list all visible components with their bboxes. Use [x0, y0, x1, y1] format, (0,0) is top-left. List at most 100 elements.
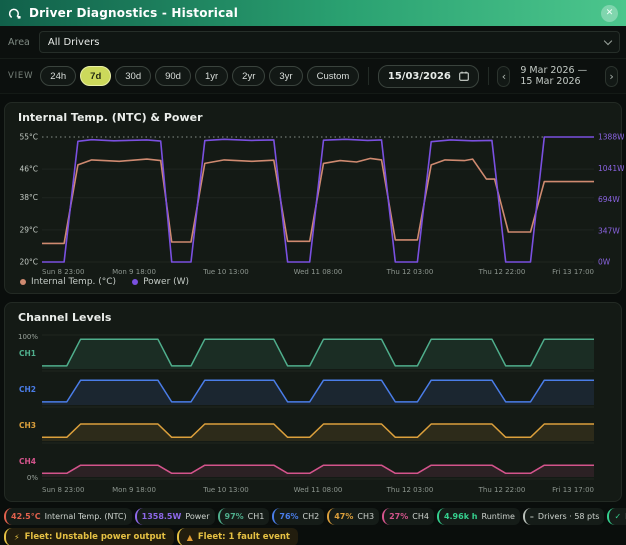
svg-text:Wed 11 08:00: Wed 11 08:00 [294, 268, 343, 276]
status-chip-label: CH1 [248, 512, 265, 521]
status-chip-value: 42.5°C [11, 512, 41, 521]
status-chip-value: 76% [279, 512, 298, 521]
svg-text:Tue 10 13:00: Tue 10 13:00 [202, 268, 249, 276]
alert-chip-fleet-1-fault-event: ▲ Fleet: 1 fault event [177, 528, 298, 545]
status-chip-label: Runtime [482, 512, 515, 521]
chevron-right-icon: › [609, 70, 613, 83]
fleet-alerts-bar: ⚡ Fleet: Unstable power output ▲ Fleet: 1 f… [4, 528, 622, 545]
status-bar: 42.5°CInternal Temp. (NTC)1358.5WPower97… [4, 508, 622, 525]
ch3-area [42, 424, 594, 441]
area-label: Area [6, 37, 30, 48]
toolbar-divider [368, 67, 369, 85]
legend-label: Internal Temp. (°C) [31, 277, 116, 287]
view-range-3yr[interactable]: 3yr [269, 66, 302, 86]
date-value: 15/03/2026 [388, 71, 451, 82]
status-chip-ch1: 97%CH1 [218, 508, 270, 525]
view-range-30d[interactable]: 30d [115, 66, 151, 86]
view-label: VIEW [8, 71, 33, 81]
titlebar: Driver Diagnostics - Historical ✕ [0, 0, 626, 26]
toolbar-divider [488, 67, 489, 85]
svg-text:38°C: 38°C [19, 193, 38, 202]
status-chip-label: Power [185, 512, 209, 521]
view-range-custom[interactable]: Custom [307, 66, 360, 86]
prev-period-button[interactable]: ‹ [497, 66, 510, 87]
bolt-icon: ⚡ [14, 533, 20, 542]
next-period-button[interactable]: › [605, 66, 618, 87]
svg-text:0%: 0% [27, 474, 38, 482]
internal-temp-power-chart: 55°C46°C38°C29°C20°C1388W1041W694W347W0W… [10, 127, 624, 277]
svg-text:1041W: 1041W [598, 164, 624, 173]
status-chip-ch4: 27% CH4 [382, 508, 434, 525]
view-range-7d[interactable]: 7d [80, 66, 111, 86]
channel-levels-chart: 100%0%CH1CH2CH3CH4Sun 8 23:00Mon 9 18:00… [10, 327, 624, 499]
legend-item-internal-temp-c: Internal Temp. (°C) [20, 277, 116, 287]
svg-text:347W: 347W [598, 226, 620, 235]
area-select[interactable]: All Drivers [39, 31, 620, 53]
status-chip-runtime: 4.96k h Runtime [437, 508, 520, 525]
calendar-icon [459, 71, 469, 81]
svg-text:Thu 12 03:00: Thu 12 03:00 [386, 486, 434, 494]
area-select-value: All Drivers [48, 37, 100, 48]
warning-icon: ▲ [187, 533, 193, 542]
status-chip-no-faults: ✓No Faults [607, 508, 626, 525]
svg-text:20°C: 20°C [19, 258, 38, 267]
status-chip-value: 27% [389, 512, 408, 521]
temp-power-chart-title: Internal Temp. (NTC) & Power [18, 111, 616, 124]
view-toolbar: VIEW 24h7d30d90d1yr2yr3yrCustom 15/03/20… [0, 59, 626, 94]
status-chip-power: 1358.5WPower [135, 508, 215, 525]
alert-text: Fleet: 1 fault event [198, 532, 290, 542]
svg-text:CH4: CH4 [19, 457, 36, 466]
status-chip-value: 47% [334, 512, 353, 521]
svg-text:46°C: 46°C [19, 165, 38, 174]
driver-diagnostics-window: Driver Diagnostics - Historical ✕ Area A… [0, 0, 626, 545]
chevron-left-icon: ‹ [502, 70, 506, 83]
chevron-down-icon [604, 36, 612, 44]
page-title: Driver Diagnostics - Historical [29, 6, 238, 20]
channel-levels-panel: Channel Levels 100%0%CH1CH2CH3CH4Sun 8 2… [4, 302, 622, 502]
ch4-area [42, 465, 594, 477]
status-chip-value: 1358.5W [142, 512, 182, 521]
svg-text:CH3: CH3 [19, 421, 36, 430]
channel-levels-chart-title: Channel Levels [18, 311, 616, 324]
range-button-group: 24h7d30d90d1yr2yr3yrCustom [40, 66, 359, 86]
close-icon: ✕ [606, 8, 614, 18]
view-range-2yr[interactable]: 2yr [232, 66, 265, 86]
legend-label: Power (W) [143, 277, 189, 287]
status-chip-value: – [530, 512, 534, 521]
status-chip-label: Drivers · 58 pts [538, 512, 600, 521]
svg-text:Thu 12 22:00: Thu 12 22:00 [478, 486, 526, 494]
svg-text:29°C: 29°C [19, 225, 38, 234]
svg-text:Wed 11 08:00: Wed 11 08:00 [294, 486, 343, 494]
alert-chip-fleet-unstable-power-output: ⚡ Fleet: Unstable power output [4, 528, 174, 545]
status-chip-ch3: 47%CH3 [327, 508, 379, 525]
legend-item-power-w: Power (W) [132, 277, 189, 287]
status-chip-value: ✓ [614, 512, 621, 521]
internal-temp-c-line [42, 158, 594, 243]
chart-legend: Internal Temp. (°C) Power (W) [20, 277, 616, 287]
svg-text:Mon 9 18:00: Mon 9 18:00 [112, 486, 156, 494]
temp-power-panel: Internal Temp. (NTC) & Power 55°C 46°C 38°… [4, 102, 622, 294]
svg-text:0W: 0W [598, 258, 611, 267]
legend-dot [132, 279, 138, 285]
view-range-1yr[interactable]: 1yr [195, 66, 228, 86]
svg-text:Mon 9 18:00: Mon 9 18:00 [112, 268, 156, 276]
svg-text:Sun 8 23:00: Sun 8 23:00 [42, 486, 84, 494]
status-chip-label: CH4 [412, 512, 429, 521]
alert-text: Fleet: Unstable power output [25, 532, 166, 542]
svg-text:55°C: 55°C [19, 133, 38, 142]
status-chip-value: 4.96k h [444, 512, 478, 521]
svg-text:1388W: 1388W [598, 133, 624, 142]
close-button[interactable]: ✕ [601, 5, 618, 22]
view-range-24h[interactable]: 24h [40, 66, 76, 86]
driver-icon [8, 7, 23, 20]
status-chip-internal-temp-ntc: 42.5°CInternal Temp. (NTC) [4, 508, 132, 525]
svg-text:Sun 8 23:00: Sun 8 23:00 [42, 268, 84, 276]
legend-dot [20, 279, 26, 285]
svg-text:CH2: CH2 [19, 385, 36, 394]
date-picker[interactable]: 15/03/2026 [378, 65, 479, 88]
view-range-90d[interactable]: 90d [155, 66, 191, 86]
power-w-line [42, 137, 594, 262]
svg-text:Fri 13 17:00: Fri 13 17:00 [552, 486, 594, 494]
status-chip-ch2: 76%CH2 [272, 508, 324, 525]
svg-text:100%: 100% [18, 333, 38, 341]
